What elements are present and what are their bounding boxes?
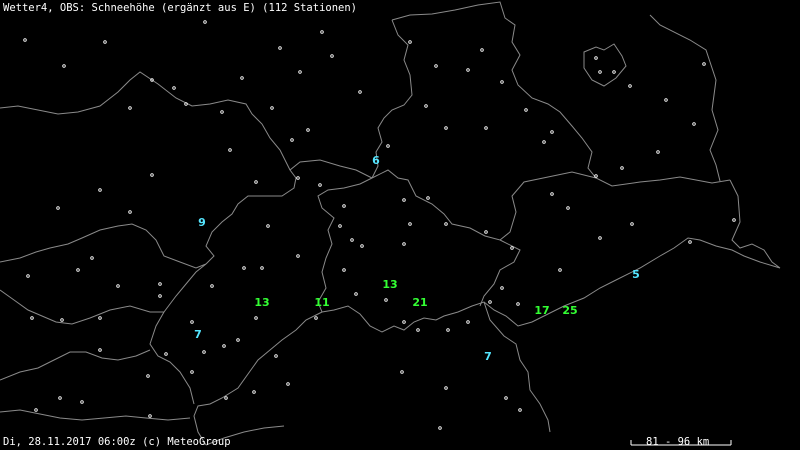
map-footer-datetime: Di, 28.11.2017 06:00z (c) MeteoGroup bbox=[3, 436, 231, 448]
snow-depth-value: 7 bbox=[194, 328, 202, 341]
snow-depth-value: 6 bbox=[372, 154, 380, 167]
snow-depth-value: 25 bbox=[562, 304, 577, 317]
snow-depth-value: 13 bbox=[382, 278, 397, 291]
snow-depth-value: 13 bbox=[254, 296, 269, 309]
snow-depth-value: 21 bbox=[412, 296, 427, 309]
snow-depth-value: 17 bbox=[534, 304, 549, 317]
snow-depth-value: 7 bbox=[484, 350, 492, 363]
map-title: Wetter4, OBS: Schneehöhe (ergänzt aus E)… bbox=[3, 2, 358, 14]
snow-depth-value: 9 bbox=[198, 216, 206, 229]
snow-depth-value: 11 bbox=[314, 296, 329, 309]
snow-depth-value: 5 bbox=[632, 268, 640, 281]
snow-depth-map: 6 9 13 11 13 21 7 7 17 25 5 bbox=[0, 0, 800, 450]
scale-label: 81 - 96 km bbox=[646, 436, 710, 448]
